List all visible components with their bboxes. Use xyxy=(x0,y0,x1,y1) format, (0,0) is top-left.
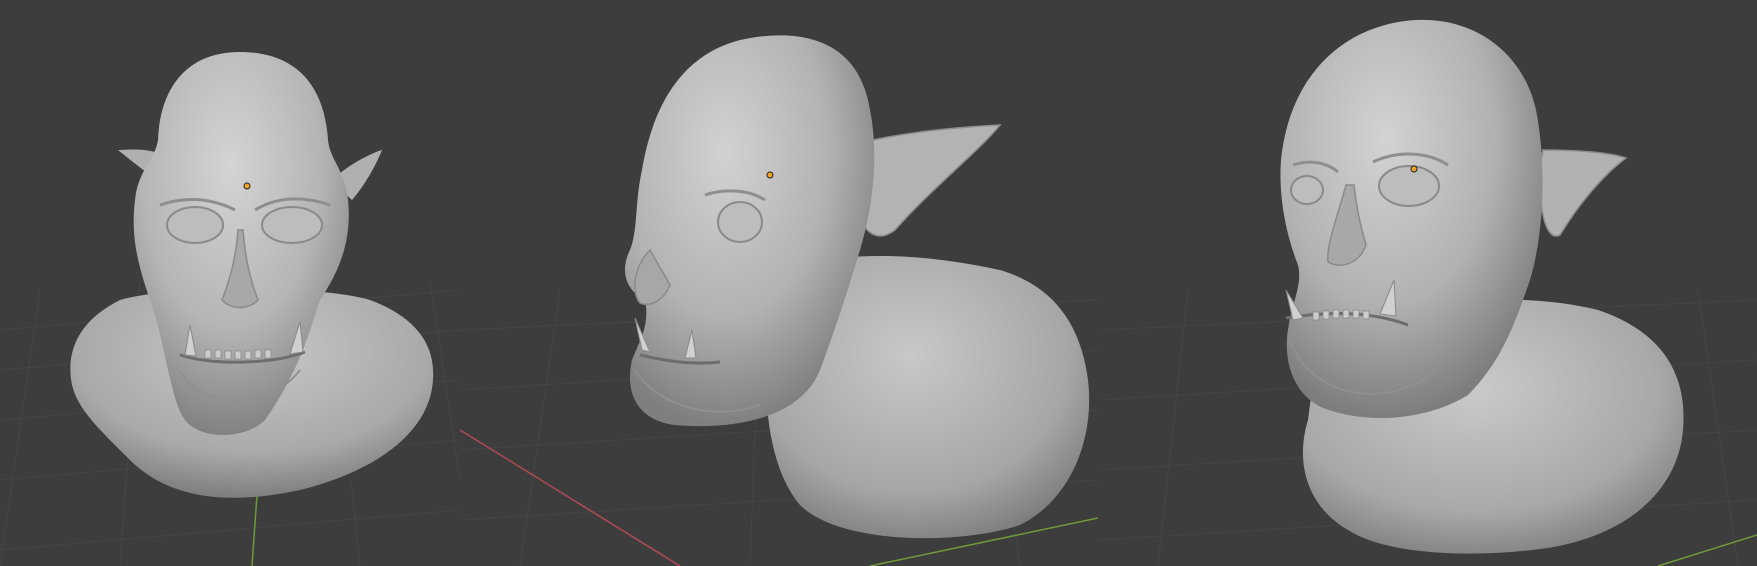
teeth xyxy=(204,349,272,360)
origin-dot-icon[interactable] xyxy=(243,182,251,190)
viewport-side-scene xyxy=(460,35,1098,566)
viewport-three-quarter-scene xyxy=(1098,19,1757,566)
eye xyxy=(717,201,763,243)
viewport-front[interactable] xyxy=(0,0,460,566)
viewport-strip xyxy=(0,0,1757,566)
eye-left xyxy=(166,206,224,244)
eye-left xyxy=(1290,175,1324,205)
origin-dot-icon[interactable] xyxy=(1410,165,1418,173)
viewport-side[interactable] xyxy=(460,0,1098,566)
viewport-front-scene xyxy=(0,52,460,566)
x-axis-line xyxy=(460,429,681,566)
y-axis-line xyxy=(1657,534,1757,566)
origin-dot-icon[interactable] xyxy=(766,171,774,179)
viewport-three-quarter[interactable] xyxy=(1098,0,1757,566)
eye-right xyxy=(1378,165,1440,207)
y-axis-line xyxy=(251,494,258,566)
ear xyxy=(1539,149,1628,237)
eye-right xyxy=(261,206,323,244)
